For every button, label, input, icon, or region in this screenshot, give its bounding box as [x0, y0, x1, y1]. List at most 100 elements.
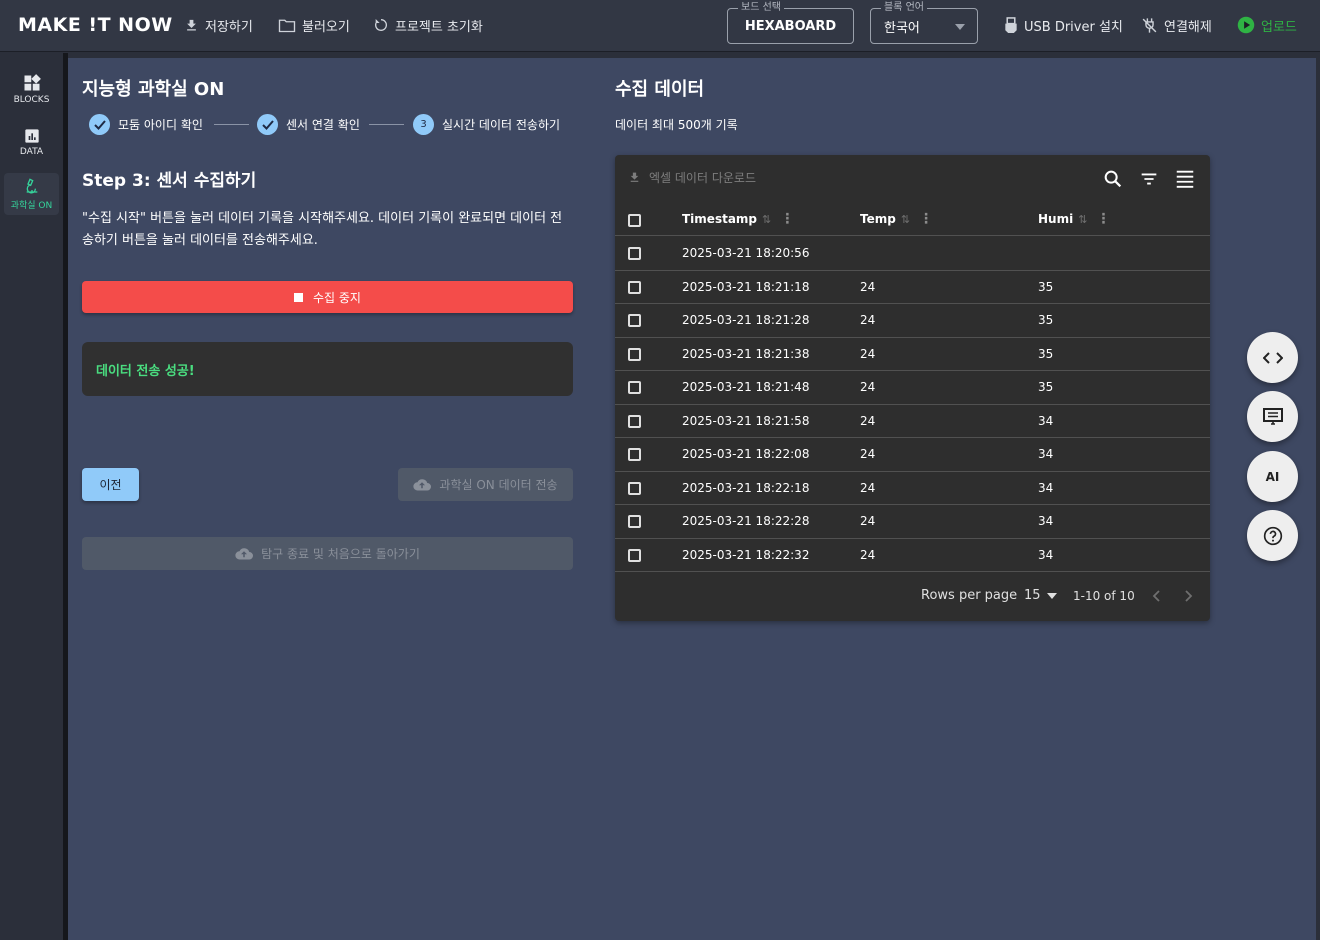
stop-collecting-button[interactable]: 수집 중지 [82, 281, 573, 313]
check-icon [89, 114, 110, 135]
column-menu-icon[interactable]: ⋮ [919, 211, 933, 227]
step-realtime-transfer: 3 실시간 데이터 전송하기 [413, 114, 560, 135]
row-checkbox[interactable] [628, 314, 641, 327]
app-logo: MAKE !T NOW [18, 14, 173, 36]
left-rail: BLOCKS DATA 과학실 ON [0, 53, 63, 940]
cell-temp: 24 [860, 447, 876, 461]
sort-icon[interactable]: ⇅ [762, 213, 771, 226]
row-checkbox[interactable] [628, 247, 641, 260]
previous-button[interactable]: 이전 [82, 468, 139, 501]
column-header-timestamp[interactable]: Timestamp ⇅ ⋮ [682, 211, 794, 227]
load-button[interactable]: 불러오기 [278, 14, 350, 36]
rail-item-science-lab[interactable]: 과학실 ON [4, 173, 59, 215]
upload-label: 업로드 [1261, 19, 1297, 35]
cell-humi: 35 [1038, 279, 1054, 294]
cell-temp: 24 [860, 346, 876, 361]
cell-timestamp: 2025-03-21 18:21:48 [682, 380, 810, 394]
block-language-select[interactable]: 블록 언어 한국어 [870, 1, 978, 44]
usb-driver-install-button[interactable]: USB Driver 설치 [1004, 14, 1123, 36]
send-data-button[interactable]: 과학실 ON 데이터 전송 [398, 468, 573, 501]
column-header-temp[interactable]: Temp ⇅ ⋮ [860, 211, 933, 227]
cell-humi: 34 [1038, 514, 1054, 528]
table-row[interactable]: 2025-03-21 18:22:18 24 34 [615, 472, 1210, 505]
column-label: Temp [860, 212, 896, 226]
download-icon [630, 172, 639, 182]
sort-icon[interactable]: ⇅ [1078, 213, 1087, 226]
step-connector [214, 124, 249, 125]
stepper: 모둠 아이디 확인 센서 연결 확인 3 실시간 데이터 전송하기 [89, 114, 579, 136]
save-label: 저장하기 [205, 19, 253, 35]
reset-project-button[interactable]: 프로젝트 초기화 [373, 14, 483, 36]
rows-per-page-select[interactable]: 15 [1024, 588, 1057, 603]
code-view-button[interactable] [1247, 332, 1298, 383]
step-description: "수집 시작" 버튼을 눌러 데이터 기록을 시작해주세요. 데이터 기록이 완… [82, 211, 563, 248]
row-checkbox[interactable] [628, 448, 641, 461]
sort-icon[interactable]: ⇅ [901, 213, 910, 226]
cell-temp: 24 [860, 413, 876, 428]
step-sensor-connection: 센서 연결 확인 [257, 114, 360, 135]
cell-temp: 24 [860, 380, 876, 394]
table-toolbar: 엑셀 데이터 다운로드 [615, 155, 1210, 203]
serial-monitor-button[interactable] [1247, 391, 1298, 442]
rail-label-science-lab: 과학실 ON [10, 201, 53, 211]
row-checkbox[interactable] [628, 280, 641, 294]
table-row[interactable]: 2025-03-21 18:21:58 24 34 [615, 405, 1210, 438]
excel-download-button[interactable]: 엑셀 데이터 다운로드 [628, 169, 756, 186]
cell-timestamp: 2025-03-21 18:21:28 [682, 313, 810, 327]
column-menu-icon[interactable]: ⋮ [780, 211, 794, 227]
search-icon[interactable] [1102, 168, 1124, 190]
row-checkbox[interactable] [628, 347, 641, 361]
table-row[interactable]: 2025-03-21 18:21:38 24 35 [615, 338, 1210, 371]
disconnect-button[interactable]: 연결해제 [1141, 14, 1212, 36]
table-row[interactable]: 2025-03-21 18:20:56 [615, 237, 1210, 271]
previous-page-icon[interactable] [1151, 589, 1163, 603]
table-row[interactable]: 2025-03-21 18:21:18 24 35 [615, 271, 1210, 304]
stop-collecting-label: 수집 중지 [313, 290, 361, 305]
rail-item-data[interactable]: DATA [4, 121, 59, 163]
dropdown-arrow-icon [1046, 592, 1057, 599]
cell-timestamp: 2025-03-21 18:22:28 [682, 514, 810, 528]
column-header-humi[interactable]: Humi ⇅ ⋮ [1038, 211, 1110, 227]
usb-driver-label: USB Driver 설치 [1024, 19, 1123, 35]
step-group-id: 모둠 아이디 확인 [89, 114, 203, 135]
cell-temp: 24 [860, 514, 876, 528]
step-connector [369, 124, 404, 125]
table-tools [1102, 168, 1196, 190]
table-row[interactable]: 2025-03-21 18:22:08 24 34 [615, 438, 1210, 472]
save-button[interactable]: 저장하기 [184, 14, 253, 36]
chart-icon [24, 128, 39, 143]
row-checkbox[interactable] [628, 515, 641, 528]
download-icon [187, 19, 196, 30]
row-checkbox[interactable] [628, 548, 641, 562]
row-checkbox[interactable] [628, 481, 641, 495]
rows-per-page-value: 15 [1024, 588, 1041, 603]
cell-temp: 24 [860, 547, 876, 562]
check-icon [257, 114, 278, 135]
row-checkbox[interactable] [628, 381, 641, 394]
cell-humi: 35 [1038, 313, 1054, 327]
end-exploration-button[interactable]: 탐구 종료 및 처음으로 돌아가기 [82, 537, 573, 570]
table-row[interactable]: 2025-03-21 18:21:48 24 35 [615, 371, 1210, 405]
density-menu-icon[interactable] [1174, 168, 1196, 190]
table-row[interactable]: 2025-03-21 18:22:28 24 34 [615, 505, 1210, 539]
unplug-icon [1142, 17, 1157, 33]
column-menu-icon[interactable]: ⋮ [1096, 211, 1110, 227]
table-row[interactable]: 2025-03-21 18:21:28 24 35 [615, 304, 1210, 338]
cell-temp: 24 [860, 313, 876, 327]
table-row[interactable]: 2025-03-21 18:22:32 24 34 [615, 539, 1210, 572]
table-header: Timestamp ⇅ ⋮ Temp ⇅ ⋮ Humi ⇅ ⋮ [615, 205, 1210, 236]
row-checkbox[interactable] [628, 414, 641, 428]
cell-humi: 35 [1038, 380, 1054, 394]
collected-data-subtitle: 데이터 최대 500개 기록 [615, 118, 738, 132]
select-all-checkbox[interactable] [628, 214, 641, 227]
cloud-upload-icon [413, 479, 432, 491]
step-label: 센서 연결 확인 [286, 118, 360, 132]
rail-item-blocks[interactable]: BLOCKS [4, 68, 59, 110]
next-page-icon[interactable] [1182, 589, 1194, 603]
disconnect-label: 연결해제 [1164, 19, 1212, 35]
board-select[interactable]: 보드 선택 HEXABOARD [727, 1, 854, 44]
upload-button[interactable]: 업로드 [1237, 14, 1297, 36]
help-button[interactable] [1247, 510, 1298, 561]
filter-icon[interactable] [1138, 168, 1160, 190]
ai-button[interactable]: AI [1247, 451, 1298, 502]
